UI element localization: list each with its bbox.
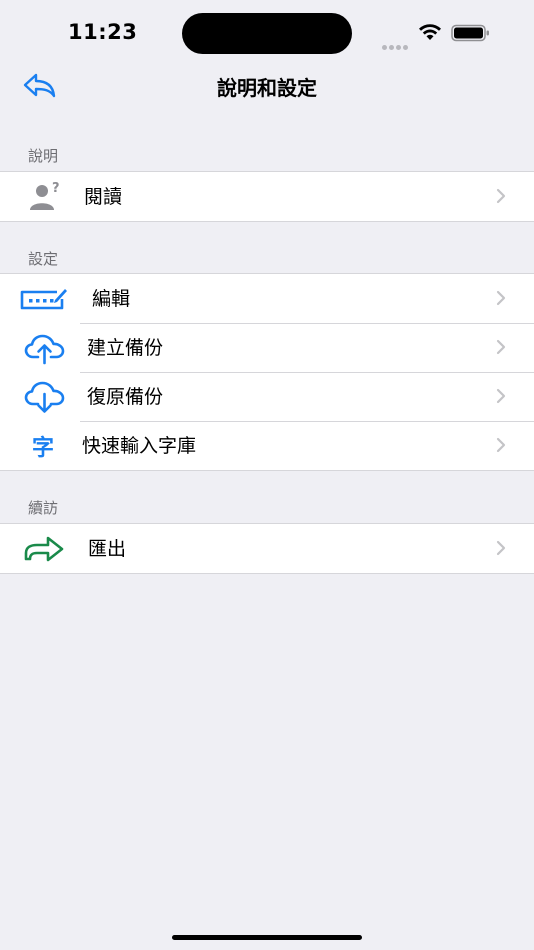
svg-text:?: ? (52, 181, 60, 196)
chevron-right-icon (496, 388, 506, 404)
row-label-create-backup: 建立備份 (87, 337, 164, 359)
chevron-right-icon (496, 540, 506, 556)
chevron-right-icon (496, 188, 506, 204)
row-restore-backup[interactable]: 復原備份 (0, 372, 534, 421)
cloud-upload-icon (21, 323, 69, 372)
home-indicator[interactable] (172, 935, 362, 940)
cloud-download-icon (21, 372, 69, 421)
dynamic-island (182, 13, 352, 54)
section-header-settings: 設定 (28, 250, 59, 268)
settings-group: 編輯 建立備份 復原備份 字 快速輸入字庫 (0, 273, 534, 471)
row-quick-input-library[interactable]: 字 快速輸入字庫 (0, 421, 534, 470)
keyboard-pencil-icon (18, 274, 70, 323)
chevron-right-icon (496, 290, 506, 306)
row-label-restore-backup: 復原備份 (87, 386, 164, 408)
page-title: 說明和設定 (217, 76, 317, 100)
status-bar: 11:23 (0, 0, 534, 66)
row-read[interactable]: ? 閱讀 (0, 172, 534, 221)
row-export[interactable]: 匯出 (0, 524, 534, 573)
row-label-quick-input-library: 快速輸入字庫 (82, 435, 197, 457)
battery-icon (451, 24, 489, 42)
chevron-right-icon (496, 339, 506, 355)
row-label-read: 閱讀 (84, 186, 123, 208)
row-label-export: 匯出 (88, 538, 127, 560)
row-create-backup[interactable]: 建立備份 (0, 323, 534, 372)
person-question-icon: ? (20, 172, 68, 221)
row-edit[interactable]: 編輯 (0, 274, 534, 323)
section-header-follow-up: 續訪 (28, 499, 59, 517)
status-time: 11:23 (68, 20, 138, 44)
character-icon: 字 (19, 421, 67, 470)
cellular-signal-icon (382, 35, 410, 54)
navigation-bar: 說明和設定 (0, 66, 534, 106)
export-arrow-icon (22, 524, 66, 573)
chevron-right-icon (496, 437, 506, 453)
wifi-icon (419, 24, 441, 40)
section-header-help: 說明 (28, 147, 59, 165)
follow-up-group: 匯出 (0, 523, 534, 574)
help-group: ? 閱讀 (0, 171, 534, 222)
character-icon-glyph: 字 (31, 435, 54, 461)
row-label-edit: 編輯 (92, 288, 131, 310)
